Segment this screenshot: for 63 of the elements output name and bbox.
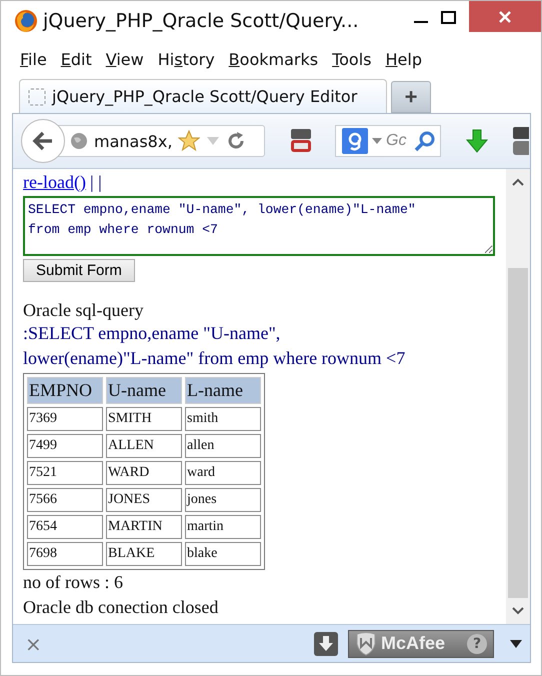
query-heading: Oracle sql-query: [23, 300, 144, 321]
table-cell: blake: [185, 542, 261, 566]
scrollbar[interactable]: [506, 169, 530, 624]
star-icon[interactable]: [178, 130, 200, 152]
status-text: Oracle db conection closed: [23, 596, 220, 619]
menu-item[interactable]: Tools: [325, 50, 378, 68]
close-button[interactable]: [469, 1, 541, 32]
table-cell: jones: [185, 488, 261, 512]
reload-link[interactable]: re-load(): [23, 172, 86, 192]
download-arrow-icon[interactable]: [465, 129, 489, 153]
query-text: :SELECT empno,ename "U-name", lower(ename)"L-name" from emp where rownum <7: [23, 322, 406, 370]
security-addon-button[interactable]: McAfee ?: [348, 630, 494, 658]
page-placeholder-icon: [28, 88, 46, 106]
table-cell: 7566: [27, 488, 103, 512]
table-cell: 7521: [27, 461, 103, 485]
table-cell: MARTIN: [106, 515, 182, 539]
menu-item[interactable]: File: [13, 50, 54, 68]
reload-icon[interactable]: [226, 131, 246, 151]
table-cell: JONES: [106, 488, 182, 512]
menu-item[interactable]: Help: [378, 50, 429, 68]
scroll-up-icon[interactable]: [511, 177, 525, 187]
window-title: jQuery_PHP_Qracle Scott/Query...: [43, 10, 360, 32]
table-cell: 7369: [27, 407, 103, 431]
table-cell: ward: [185, 461, 261, 485]
menu-item[interactable]: History: [150, 50, 222, 68]
menu-item[interactable]: Bookmarks: [222, 50, 326, 68]
table-cell: WARD: [106, 461, 182, 485]
back-button[interactable]: [21, 119, 65, 163]
scroll-thumb[interactable]: [508, 268, 528, 598]
globe-icon: [70, 132, 88, 150]
table-cell: SMITH: [106, 407, 182, 431]
column-header: L-name: [185, 377, 261, 404]
shield-icon: [355, 632, 377, 656]
browser-tab[interactable]: jQuery_PHP_Qracle Scott/Query Editor: [19, 79, 387, 113]
menu-item[interactable]: View: [98, 50, 151, 68]
help-icon[interactable]: ?: [467, 634, 487, 654]
search-bar[interactable]: Gc: [335, 125, 441, 157]
column-header: EMPNO: [27, 377, 103, 404]
close-icon[interactable]: [498, 10, 512, 24]
close-bar-button[interactable]: ×: [25, 632, 42, 656]
row-count-text: no of rows : 6: [23, 571, 124, 594]
browser-logo-icon: [14, 9, 38, 33]
table-cell: martin: [185, 515, 261, 539]
scroll-down-icon[interactable]: [511, 606, 525, 616]
table-cell: smith: [185, 407, 261, 431]
table-cell: 7698: [27, 542, 103, 566]
table-cell: 7499: [27, 434, 103, 458]
download-icon[interactable]: [314, 632, 338, 656]
table-cell: ALLEN: [106, 434, 182, 458]
separator-text: | |: [90, 172, 102, 192]
table-cell: 7654: [27, 515, 103, 539]
search-engine-icon[interactable]: [342, 128, 368, 154]
dropdown-arrow-icon[interactable]: [510, 640, 522, 648]
table-cell: BLAKE: [106, 542, 182, 566]
column-header: U-name: [106, 377, 182, 404]
table-cell: allen: [185, 434, 261, 458]
menu-item[interactable]: Edit: [54, 50, 99, 68]
search-input[interactable]: Gc: [386, 132, 410, 150]
new-tab-button[interactable]: +: [391, 81, 431, 113]
search-icon[interactable]: [414, 130, 436, 152]
submit-button[interactable]: Submit Form: [23, 259, 135, 282]
back-arrow-icon[interactable]: [32, 131, 54, 151]
query-input[interactable]: SELECT empno,ename "U-name", lower(ename)"L-name" from emp where rownum <7: [23, 196, 495, 256]
